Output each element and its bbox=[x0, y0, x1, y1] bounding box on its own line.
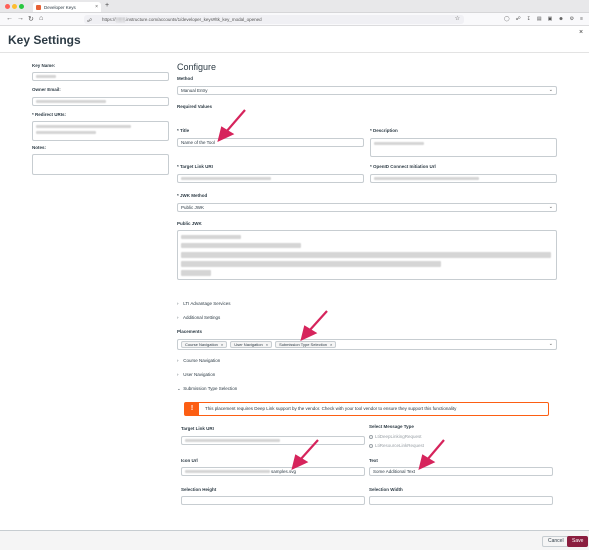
annotation-arrow-placements bbox=[300, 310, 328, 341]
annotation-arrow-icon-url bbox=[291, 439, 319, 470]
annotation-arrow-text bbox=[418, 439, 445, 470]
annotation-arrow bbox=[217, 109, 445, 470]
annotation-arrow-title bbox=[217, 109, 246, 142]
